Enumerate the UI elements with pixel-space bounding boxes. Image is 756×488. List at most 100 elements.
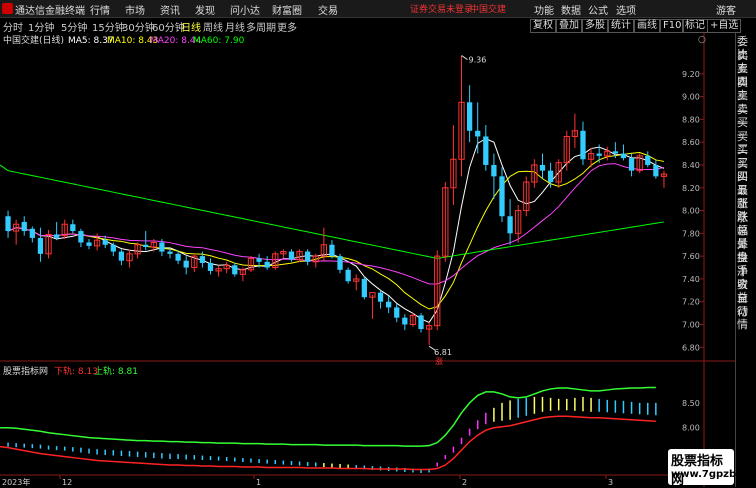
menu-trade[interactable]: 交易 bbox=[318, 2, 338, 17]
candle-body bbox=[70, 224, 76, 232]
menu-news[interactable]: 资讯 bbox=[160, 2, 180, 17]
candle-body bbox=[305, 251, 311, 262]
overlay-button[interactable]: 叠加 bbox=[556, 19, 582, 33]
candle-body bbox=[102, 240, 108, 245]
price-tick-label: 8.40 bbox=[682, 161, 700, 170]
date-label-dec: 12 bbox=[62, 478, 72, 487]
period-monthly[interactable]: 月线 bbox=[225, 19, 245, 34]
date-label-mar: 3 bbox=[608, 478, 613, 487]
candle-body bbox=[159, 242, 165, 252]
chart-settings-icon[interactable]: ○ bbox=[698, 35, 706, 45]
period-toolbar: 分时 1分钟 5分钟 15分钟 30分钟 60分钟 日线 周线 月线 多周期 更… bbox=[0, 18, 756, 34]
candle-body bbox=[207, 262, 214, 271]
period-5min[interactable]: 5分钟 bbox=[61, 19, 87, 34]
legend-ma60: MA60: 7.90 bbox=[193, 36, 245, 46]
multi-stock-button[interactable]: 多股 bbox=[582, 19, 608, 33]
quote-side-panel: 委比 卖五 卖四 卖三 卖二 卖一 买一 买二 买三 买四 买五 最新 涨跌 涨幅 总量 外盘 换手 净资 收益 自动… bbox=[735, 33, 756, 487]
mark-button[interactable]: 标记 bbox=[682, 19, 708, 33]
notice-stock-name: 中国交建 bbox=[470, 5, 507, 15]
menu-function[interactable]: 功能 bbox=[534, 2, 554, 17]
statistics-button[interactable]: 统计 bbox=[608, 19, 634, 33]
menu-discover[interactable]: 发现 bbox=[195, 2, 215, 17]
candle-body bbox=[394, 307, 400, 318]
candle-body bbox=[628, 158, 635, 171]
candle-body bbox=[596, 153, 602, 156]
app-logo-icon bbox=[2, 3, 13, 14]
candle-body bbox=[199, 256, 206, 263]
candle-body bbox=[361, 278, 367, 298]
trade-login-notice[interactable]: 证券交易未登录 bbox=[410, 2, 473, 15]
candle-body bbox=[539, 164, 546, 171]
add-watchlist-button[interactable]: +自选 bbox=[707, 19, 742, 33]
candle-body bbox=[264, 261, 270, 268]
period-30min[interactable]: 30分钟 bbox=[122, 19, 155, 34]
candle-body bbox=[288, 251, 295, 260]
guest-label[interactable]: 游客 bbox=[716, 2, 736, 17]
candle-body bbox=[232, 265, 238, 275]
kline-chart[interactable]: 9.20 9.00 8.80 8.60 8.40 8.20 8.00 7.80 7.60 7.40… bbox=[0, 33, 735, 487]
candle-body bbox=[183, 260, 189, 268]
candle-body bbox=[86, 242, 92, 246]
f10-button[interactable]: F10 bbox=[660, 19, 685, 33]
candle-body bbox=[54, 234, 60, 238]
main-legend-name: 中国交建(日线) bbox=[3, 34, 64, 46]
period-timeshare[interactable]: 分时 bbox=[3, 19, 23, 34]
price-tick-label: 8.60 bbox=[682, 138, 700, 147]
period-daily[interactable]: 日线 bbox=[181, 19, 201, 34]
menu-bar: 通达信金融终端 行情 市场 资讯 发现 问小达 财富圈 交易 证券交易未登录 中… bbox=[0, 0, 756, 18]
candle-body bbox=[143, 244, 149, 248]
period-60min[interactable]: 60分钟 bbox=[152, 19, 185, 34]
candle-body bbox=[110, 244, 116, 252]
period-weekly[interactable]: 周线 bbox=[203, 19, 223, 34]
date-label-year: 2023年 bbox=[2, 477, 30, 487]
candle-body bbox=[418, 315, 424, 330]
sub-tick-label: 8.00 bbox=[682, 424, 700, 433]
candle-body bbox=[386, 301, 392, 308]
candle-body bbox=[483, 136, 489, 165]
draw-line-button[interactable]: 画线 bbox=[634, 19, 660, 33]
high-price-label: 9.36 bbox=[469, 56, 487, 65]
menu-data[interactable]: 数据 bbox=[561, 2, 581, 17]
candle-body bbox=[612, 151, 618, 154]
menu-market[interactable]: 市场 bbox=[125, 2, 145, 17]
period-15min[interactable]: 15分钟 bbox=[92, 19, 125, 34]
period-multi[interactable]: 多周期 bbox=[246, 19, 276, 34]
menu-ask[interactable]: 问小达 bbox=[230, 2, 260, 17]
candle-body bbox=[167, 251, 173, 254]
restore-rights-button[interactable]: 复权 bbox=[530, 19, 556, 33]
menu-options[interactable]: 选项 bbox=[616, 2, 636, 17]
side-item-20[interactable]: 行情 bbox=[737, 305, 756, 331]
date-label-jan: 1 bbox=[256, 478, 261, 487]
menu-quotes[interactable]: 行情 bbox=[90, 2, 110, 17]
sub-legend-lower: 下轨: 8.13 bbox=[54, 365, 98, 377]
menu-formula[interactable]: 公式 bbox=[588, 2, 608, 17]
price-tick-label: 7.20 bbox=[682, 298, 700, 307]
candle-body bbox=[547, 170, 554, 183]
price-tick-label: 9.20 bbox=[682, 70, 700, 79]
low-price-label: 6.81 bbox=[434, 348, 452, 357]
sub-legend-name: 股票指标网 bbox=[3, 365, 48, 377]
candle-body bbox=[645, 155, 651, 165]
candle-body bbox=[329, 244, 335, 257]
low-badge: 涨 bbox=[435, 356, 443, 366]
candle-body bbox=[580, 130, 586, 160]
period-more[interactable]: 更多 bbox=[277, 19, 297, 34]
candle-body bbox=[377, 292, 384, 302]
price-tick-label: 8.00 bbox=[682, 207, 700, 216]
candle-body bbox=[620, 153, 627, 159]
candle-body bbox=[175, 253, 181, 261]
price-tick-label: 7.60 bbox=[682, 252, 700, 261]
menu-wealth[interactable]: 财富圈 bbox=[272, 2, 302, 17]
period-1min[interactable]: 1分钟 bbox=[28, 19, 54, 34]
candle-body bbox=[345, 269, 351, 282]
candle-body bbox=[466, 102, 473, 131]
candle-body bbox=[78, 231, 84, 243]
candle-body bbox=[256, 258, 262, 262]
price-tick-label: 6.80 bbox=[682, 343, 700, 352]
candle-body bbox=[29, 228, 35, 238]
price-tick-label: 8.20 bbox=[682, 184, 700, 193]
candle-body bbox=[21, 221, 27, 232]
candle-body bbox=[653, 164, 659, 177]
price-tick-label: 7.40 bbox=[682, 275, 700, 284]
site-watermark: 股票指标网 www.7gpzb.com bbox=[668, 449, 756, 488]
